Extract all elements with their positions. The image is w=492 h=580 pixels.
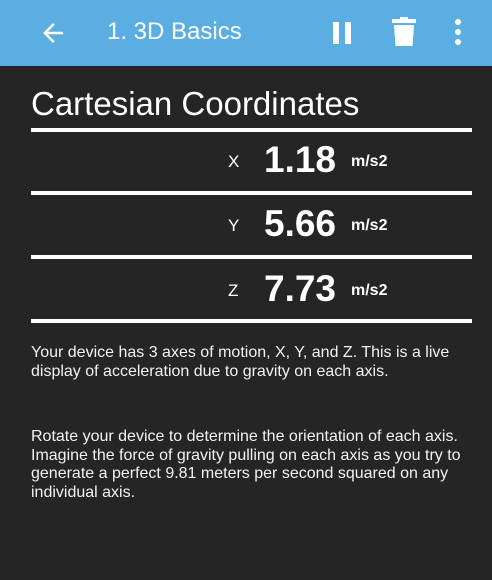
axis-label: Y: [228, 216, 240, 235]
divider: [31, 255, 472, 259]
divider: [31, 128, 472, 132]
axis-label: Z: [228, 281, 239, 300]
axis-label: X: [228, 152, 240, 171]
axis-unit: m/s2: [351, 282, 388, 299]
axis-unit: m/s2: [351, 217, 388, 234]
reading-row-z: Z 7.73 m/s2: [31, 263, 472, 319]
reading-row-y: Y 5.66 m/s2: [31, 198, 472, 254]
reading-row-x: X 1.18 m/s2: [31, 134, 472, 190]
page-heading: Cartesian Coordinates: [31, 85, 360, 122]
axis-value: 5.66: [264, 203, 337, 244]
axis-unit: m/s2: [351, 153, 388, 170]
divider: [31, 191, 472, 195]
trash-icon[interactable]: [391, 17, 417, 47]
more-vert-icon[interactable]: [450, 17, 466, 47]
arrow-back-icon[interactable]: [38, 18, 68, 48]
app-bar-title: 1. 3D Basics: [107, 18, 242, 45]
description-paragraph: Your device has 3 axes of motion, X, Y, …: [31, 344, 450, 380]
axis-value: 1.18: [264, 139, 337, 180]
divider: [31, 319, 472, 323]
axis-value: 7.73: [264, 268, 337, 309]
pause-icon[interactable]: [330, 20, 354, 46]
app-bar: 1. 3D Basics: [0, 0, 492, 66]
instructions-paragraph: Rotate your device to determine the orie…: [31, 428, 461, 501]
